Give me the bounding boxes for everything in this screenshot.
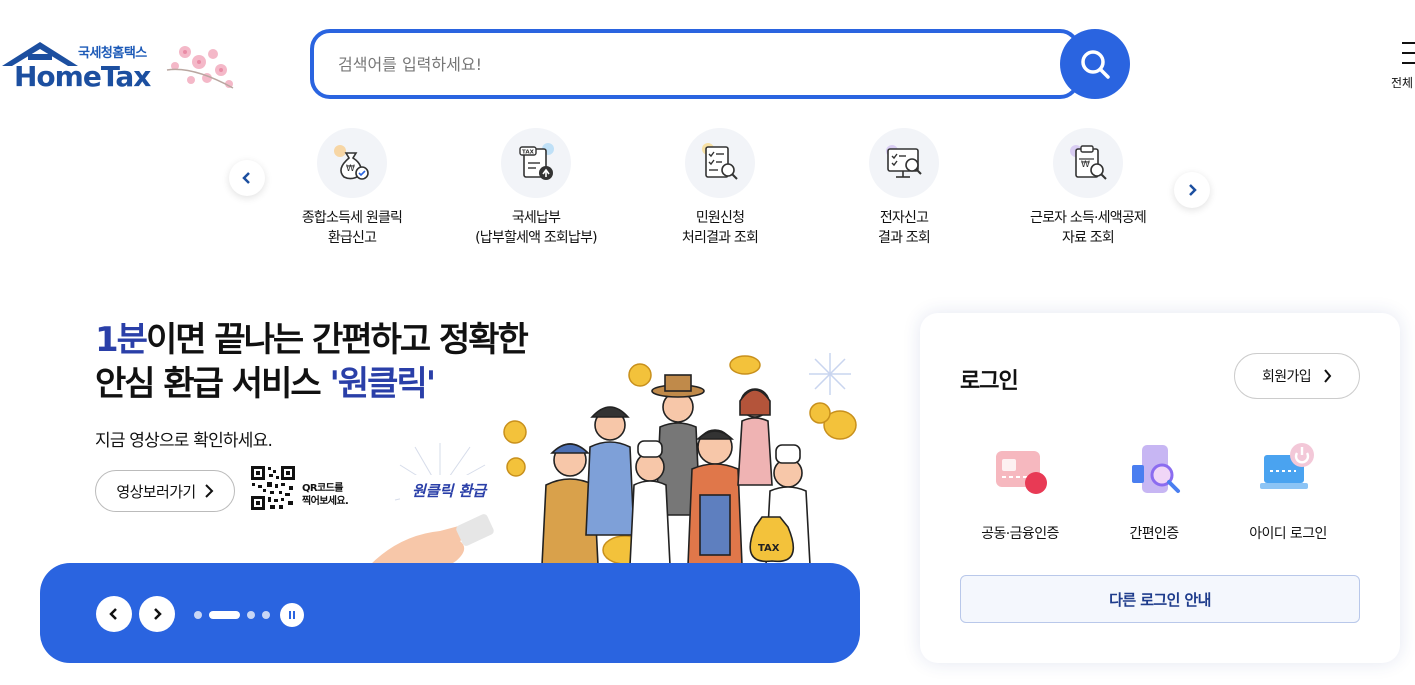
login-option-label: 간편인증 [1129,526,1179,542]
quick-menu-item-national-tax-payment[interactable]: TAX 국세납부 (납부할세액 조회납부) [446,128,626,248]
tax-bill-upload-icon: TAX [501,128,571,198]
quick-menu-label-line2: 처리결과 조회 [681,230,759,246]
pagination-dot-active[interactable] [209,611,240,619]
svg-text:₩: ₩ [1081,160,1090,170]
pagination-dot[interactable] [262,611,270,619]
banner-title-highlight: 1분 [95,320,148,360]
chevron-right-icon [1189,184,1197,196]
search-box [310,29,1080,99]
qr-note-line2: 찍어보세요. [302,496,349,507]
login-option-label: 공동·금융인증 [981,526,1059,542]
phone-search-icon [1132,445,1180,493]
login-option-certificate[interactable]: 공동·금융인증 [950,441,1090,543]
watch-video-button[interactable]: 영상보러가기 [95,470,235,512]
search-icon [1081,50,1110,79]
quick-menu-label-line2: (납부할세액 조회납부) [475,230,598,246]
login-option-simple-auth[interactable]: 간편인증 [1084,441,1224,543]
quick-menu-item-worker-deduction[interactable]: ₩ 근로자 소득·세액공제자료 조회 [998,128,1178,248]
checklist-search-icon [685,128,755,198]
chevron-right-icon [154,608,162,620]
hometax-logo[interactable]: 국세청홈택스 HomeTax [0,38,245,98]
logo-title: HomeTax [14,60,151,93]
quick-menu-label-line2: 자료 조회 [1062,230,1115,246]
quick-menu-label-line1: 종합소득세 원클릭 [301,210,403,226]
quick-menu-label-line2: 환급신고 [327,230,377,246]
banner-pause-button[interactable] [280,603,304,627]
svg-text:₩: ₩ [346,164,355,174]
signup-label: 회원가입 [1261,369,1312,385]
money-bag-check-icon: ₩ [317,128,387,198]
search-button[interactable] [1060,29,1130,99]
quick-menu-label-line1: 민원신청 [695,210,745,226]
laptop-power-icon [1260,443,1314,489]
hamburger-icon [1402,42,1415,72]
watch-video-label: 영상보러가기 [116,482,196,501]
quick-menu-item-income-tax-refund[interactable]: ₩ 종합소득세 원클릭환급신고 [262,128,442,248]
all-menu-label: 전체 [1391,76,1414,90]
login-option-id-login[interactable]: 아이디 로그인 [1218,441,1358,543]
pagination-dot[interactable] [194,611,202,619]
signup-button[interactable]: 회원가입 [1234,353,1360,399]
banner-title-line2: 안심 환급 서비스 [95,364,330,404]
quick-menu-label-line1: 전자신고 [879,210,929,226]
login-panel: 로그인 회원가입 공동·금융인증 간편인증 아이디 로그인 다른 로그인 안내 [920,313,1400,663]
chevron-left-icon [242,172,250,184]
chevron-right-icon [1324,369,1332,383]
search-input[interactable] [338,51,1038,77]
cherry-blossom-icon [166,46,234,89]
pagination-dot[interactable] [247,611,255,619]
qr-code-icon [250,465,296,511]
pause-icon [288,611,296,619]
quick-menu-next-button[interactable] [1174,172,1210,208]
monitor-search-icon [869,128,939,198]
receipt-search-icon: ₩ [1053,128,1123,198]
illustration-tax-text: TAX [758,543,780,554]
qr-note: QR코드를 찍어보세요. [302,482,349,508]
quick-menu-label-line1: 국세납부 [511,210,561,226]
illustration-badge-text: 원클릭 환급 [412,482,488,500]
chevron-right-icon [204,484,214,498]
login-title: 로그인 [960,369,1019,394]
logo-subtitle: 국세청홈택스 [78,46,147,61]
quick-menu-item-civil-petition[interactable]: 민원신청처리결과 조회 [630,128,810,248]
all-menu-button[interactable]: 전체 [1388,38,1415,98]
quick-menu-label-line2: 결과 조회 [878,230,931,246]
chevron-left-icon [109,608,117,620]
svg-text:TAX: TAX [522,150,535,156]
banner-next-button[interactable] [139,596,175,632]
quick-menu-prev-button[interactable] [229,160,265,196]
login-option-label: 아이디 로그인 [1249,526,1327,542]
quick-menu-item-e-filing-results[interactable]: 전자신고결과 조회 [814,128,994,248]
banner-illustration-workers: 원클릭 환급 TAX [370,353,857,565]
certificate-card-icon [996,451,1047,494]
other-login-guide-button[interactable]: 다른 로그인 안내 [960,575,1360,623]
qr-note-line1: QR코드를 [302,483,343,494]
quick-menu-label-line1: 근로자 소득·세액공제 [1029,210,1147,226]
banner-prev-button[interactable] [96,596,132,632]
banner-subtitle: 지금 영상으로 확인하세요. [95,431,273,451]
